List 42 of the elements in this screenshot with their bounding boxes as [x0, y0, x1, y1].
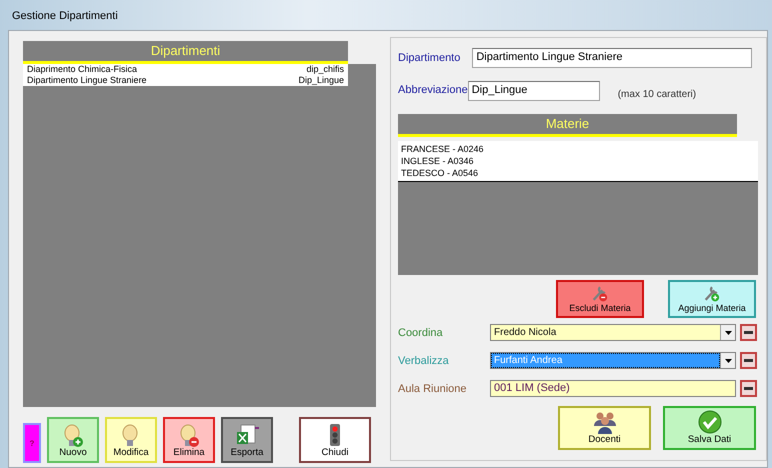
field-label: Dipartimento	[398, 52, 460, 64]
dropdown-arrow-icon	[724, 358, 732, 362]
field-label: Coordina	[398, 326, 444, 338]
hint-text: (max 10 caratteri)	[618, 89, 696, 100]
dropdown-arrow-icon	[724, 330, 732, 334]
department-list[interactable]: Diaprimento Chimica-Fisica dip_chifis Dipartimento Lingue Straniere Dip_Lingue	[23, 64, 376, 407]
department-code[interactable]: Dip_Lingue	[298, 75, 344, 86]
subject-item[interactable]: FRANCESE - A0246	[401, 143, 755, 155]
list-header: Dipartimenti	[23, 41, 348, 64]
department-name[interactable]: Dipartimento Lingue Straniere	[27, 75, 147, 86]
department-field[interactable]: Dipartimento Lingue Straniere	[472, 48, 752, 68]
subject-item[interactable]: TEDESCO - A0546	[401, 167, 755, 179]
clear-button[interactable]	[740, 380, 757, 397]
field-label: Verbalizza	[398, 354, 450, 366]
subject-item[interactable]: INGLESE - A0346	[401, 155, 755, 167]
close-button[interactable]: Chiudi	[299, 417, 371, 463]
dropdown-field[interactable]: Freddo Nicola	[490, 324, 736, 341]
text-field[interactable]: 001 LIM (Sede)	[490, 380, 736, 397]
minus-icon	[744, 331, 753, 334]
people-icon	[592, 410, 616, 434]
minus-icon	[744, 359, 753, 362]
action-button[interactable]: Escludi Materia	[556, 280, 644, 318]
list-header: Materie	[398, 114, 737, 137]
field-label: Abbreviazione	[398, 84, 468, 96]
action-button[interactable]: Salva Dati	[663, 406, 756, 450]
action-button[interactable]: Elimina	[163, 417, 215, 463]
abbreviation-field[interactable]: Dip_Lingue	[468, 81, 600, 101]
field-label: Aula Riunione	[398, 382, 468, 394]
action-button[interactable]: Nuovo	[47, 417, 99, 463]
action-button[interactable]: Aggiungi Materia	[668, 280, 756, 318]
action-button[interactable]: Esporta	[221, 417, 273, 463]
department-name[interactable]: Diaprimento Chimica-Fisica	[27, 64, 138, 75]
minus-icon	[744, 387, 753, 390]
clear-button[interactable]	[740, 324, 757, 341]
action-button[interactable]: Modifica	[105, 417, 157, 463]
department-code[interactable]: dip_chifis	[306, 64, 344, 75]
window-title: Gestione Dipartimenti	[11, 9, 119, 24]
subject-list[interactable]: FRANCESE - A0246 INGLESE - A0346 TEDESCO - A0546	[398, 141, 758, 275]
clear-button[interactable]	[740, 352, 757, 369]
action-button[interactable]: Docenti	[558, 406, 651, 450]
spreadsheet-icon	[235, 423, 259, 447]
check-icon	[698, 410, 722, 434]
